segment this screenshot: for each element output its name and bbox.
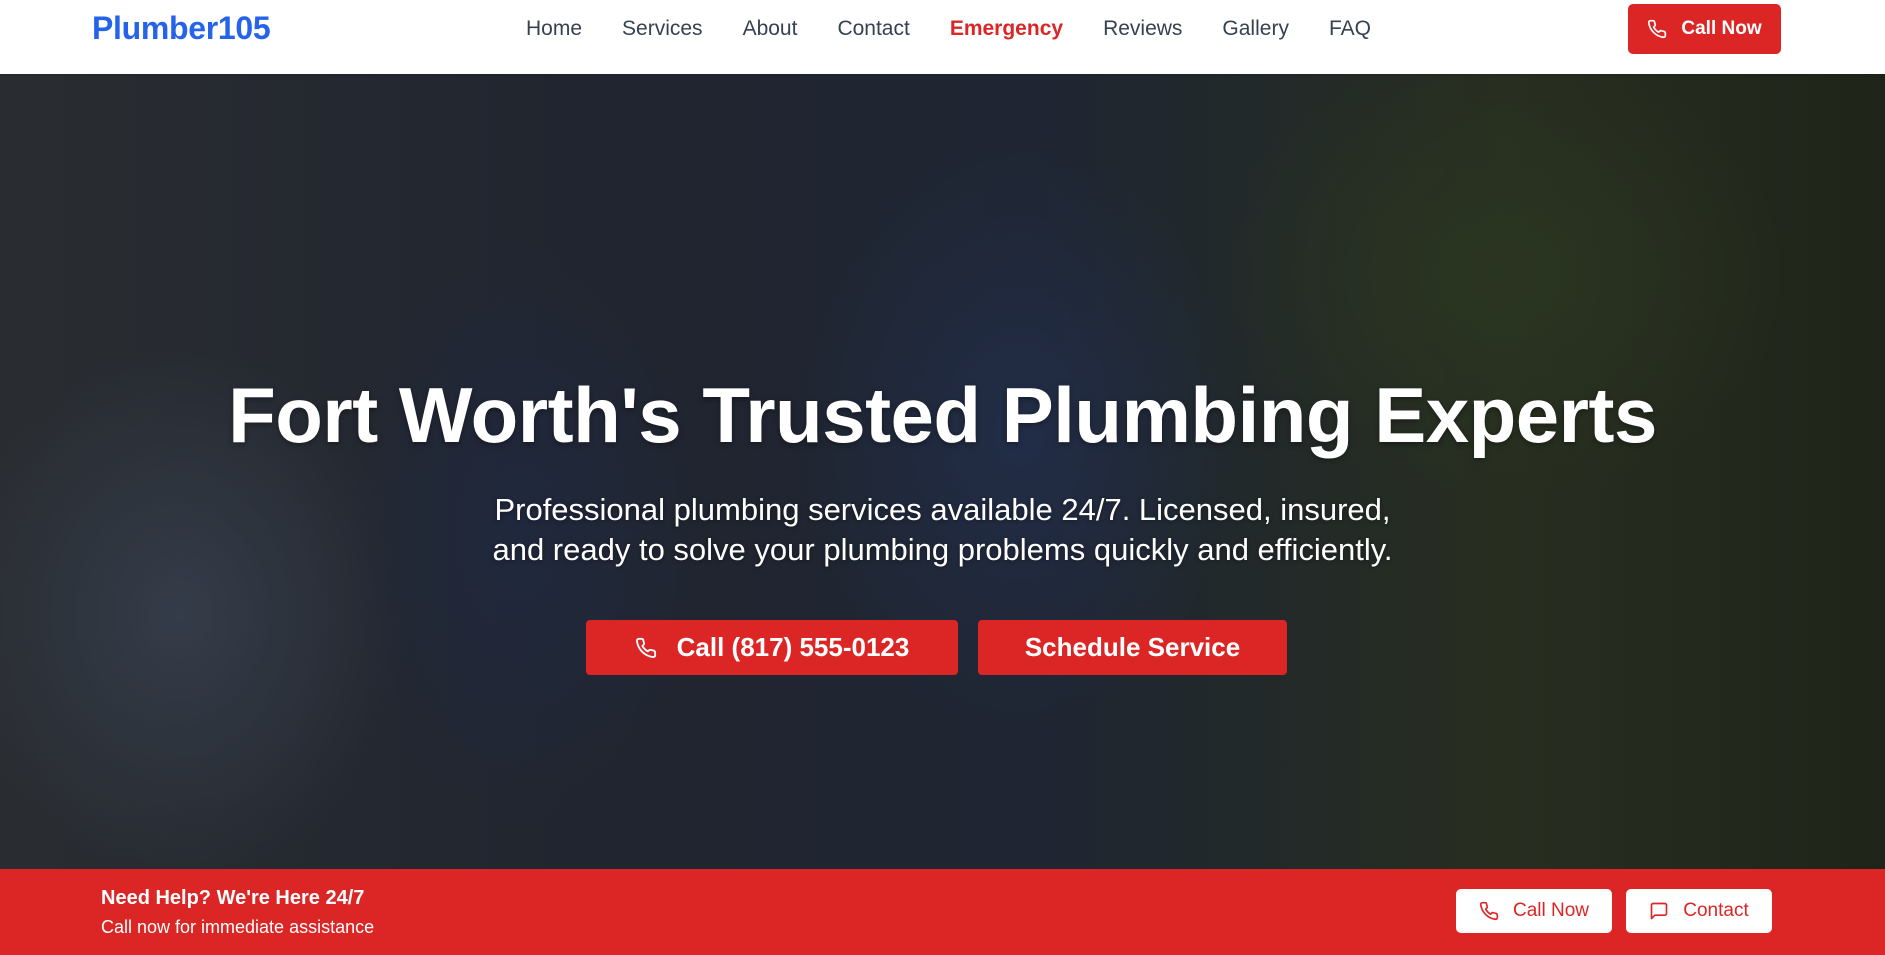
site-header: Plumber105 Home Services About Contact E… xyxy=(0,0,1885,74)
help-bar-call-button[interactable]: Call Now xyxy=(1456,889,1612,933)
nav-faq[interactable]: FAQ xyxy=(1329,16,1371,42)
nav-emergency[interactable]: Emergency xyxy=(950,16,1063,42)
nav-home[interactable]: Home xyxy=(526,16,582,42)
hero-subtitle-line-2: and ready to solve your plumbing problem… xyxy=(492,532,1393,567)
phone-icon xyxy=(1647,19,1667,39)
hero-actions: Call (817) 555-0123 Schedule Service xyxy=(586,620,1287,675)
hero-overlay xyxy=(0,74,1885,869)
main-nav: Home Services About Contact Emergency Re… xyxy=(526,16,1411,42)
help-bar-call-label: Call Now xyxy=(1512,900,1590,921)
help-bar-subtitle: Call now for immediate assistance xyxy=(101,917,375,937)
hero-subtitle-line-1: Professional plumbing services available… xyxy=(494,492,1391,527)
message-icon xyxy=(1649,901,1669,921)
help-bar-contact-button[interactable]: Contact xyxy=(1626,889,1772,933)
phone-icon xyxy=(635,637,657,659)
hero-subtitle: Professional plumbing services available… xyxy=(0,490,1885,570)
nav-services[interactable]: Services xyxy=(622,16,703,42)
hero-call-label: Call (817) 555-0123 xyxy=(676,632,910,662)
help-bar: Need Help? We're Here 24/7 Call now for … xyxy=(0,869,1885,955)
logo[interactable]: Plumber105 xyxy=(92,10,271,47)
hero-section: Fort Worth's Trusted Plumbing Experts Pr… xyxy=(0,74,1885,869)
help-bar-contact-label: Contact xyxy=(1683,900,1749,921)
help-bar-title: Need Help? We're Here 24/7 xyxy=(101,887,365,909)
header-call-now-label: Call Now xyxy=(1681,18,1762,39)
nav-about[interactable]: About xyxy=(743,16,798,42)
hero-call-button[interactable]: Call (817) 555-0123 xyxy=(586,620,958,675)
hero-title: Fort Worth's Trusted Plumbing Experts xyxy=(228,371,1657,459)
header-call-now-button[interactable]: Call Now xyxy=(1628,4,1781,54)
nav-contact[interactable]: Contact xyxy=(837,16,909,42)
phone-icon xyxy=(1479,901,1499,921)
nav-gallery[interactable]: Gallery xyxy=(1222,16,1289,42)
nav-reviews[interactable]: Reviews xyxy=(1103,16,1182,42)
schedule-service-button[interactable]: Schedule Service xyxy=(978,620,1287,675)
